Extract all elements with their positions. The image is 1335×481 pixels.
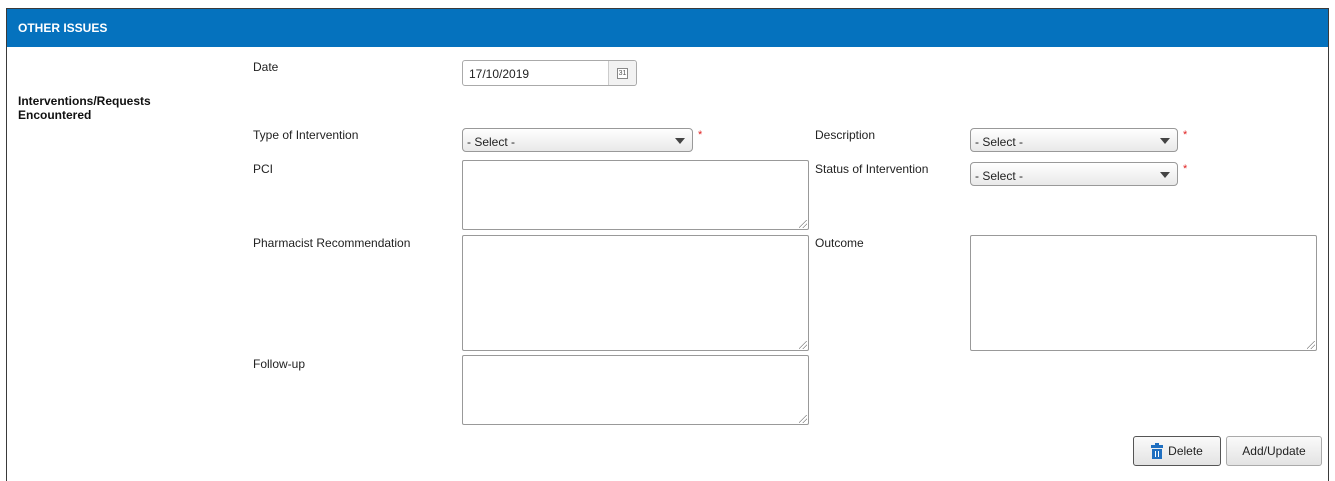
resize-grip-icon[interactable] bbox=[799, 415, 807, 423]
type-of-intervention-label: Type of Intervention bbox=[253, 128, 359, 142]
select-value: - Select - bbox=[467, 135, 516, 149]
section-subtitle: Interventions/Requests Encountered bbox=[18, 94, 151, 122]
calendar-icon: 31 bbox=[617, 67, 628, 79]
delete-button[interactable]: Delete bbox=[1133, 436, 1221, 466]
required-marker: * bbox=[1183, 163, 1188, 175]
date-field[interactable]: 17/10/2019 31 bbox=[462, 60, 637, 86]
select-value: - Select - bbox=[975, 169, 1024, 183]
pharmacist-recommendation-textarea[interactable] bbox=[462, 235, 809, 351]
pharmacist-recommendation-label: Pharmacist Recommendation bbox=[253, 236, 411, 250]
description-select[interactable]: - Select - bbox=[970, 128, 1178, 152]
date-label: Date bbox=[253, 60, 279, 74]
chevron-down-icon bbox=[1160, 172, 1170, 178]
status-of-intervention-select[interactable]: - Select - bbox=[970, 162, 1178, 186]
chevron-down-icon bbox=[675, 138, 685, 144]
follow-up-label: Follow-up bbox=[253, 357, 306, 371]
outcome-label: Outcome bbox=[815, 236, 864, 250]
add-update-button-label: Add/Update bbox=[1242, 444, 1306, 458]
date-value: 17/10/2019 bbox=[469, 67, 530, 81]
calendar-button[interactable]: 31 bbox=[608, 61, 636, 85]
description-label: Description bbox=[815, 128, 876, 142]
pci-label: PCI bbox=[253, 162, 274, 176]
resize-grip-icon[interactable] bbox=[1307, 341, 1315, 349]
type-of-intervention-select[interactable]: - Select - bbox=[462, 128, 693, 152]
required-marker: * bbox=[1183, 129, 1188, 141]
follow-up-textarea[interactable] bbox=[462, 355, 809, 425]
chevron-down-icon bbox=[1160, 138, 1170, 144]
section-title: OTHER ISSUES bbox=[18, 21, 108, 35]
pci-textarea[interactable] bbox=[462, 160, 809, 230]
outcome-textarea[interactable] bbox=[970, 235, 1317, 351]
section-header: OTHER ISSUES bbox=[7, 9, 1328, 47]
status-of-intervention-label: Status of Intervention bbox=[815, 162, 929, 176]
add-update-button[interactable]: Add/Update bbox=[1226, 436, 1322, 466]
resize-grip-icon[interactable] bbox=[799, 341, 807, 349]
trash-icon bbox=[1151, 442, 1164, 459]
select-value: - Select - bbox=[975, 135, 1024, 149]
resize-grip-icon[interactable] bbox=[799, 220, 807, 228]
delete-button-label: Delete bbox=[1168, 444, 1203, 458]
required-marker: * bbox=[698, 129, 703, 141]
